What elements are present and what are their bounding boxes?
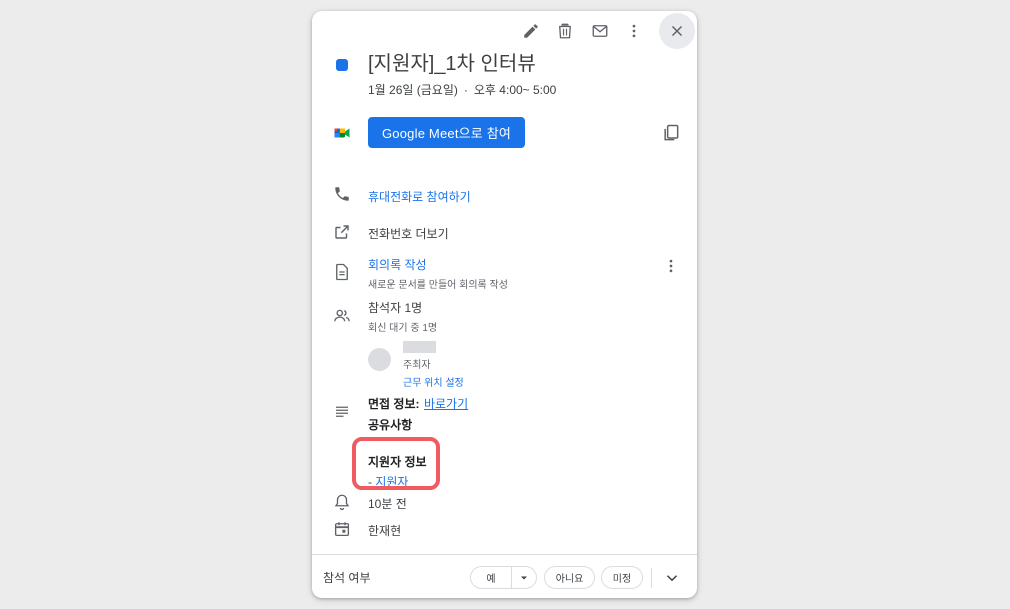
notes-more-button[interactable] [661,256,681,276]
meeting-notes-row: 회의록 작성 새로운 문서를 만들어 회의록 작성 [312,256,697,291]
rsvp-yes-split-button: 예 [470,566,537,589]
delete-button[interactable] [549,15,581,47]
highlight-box [352,437,440,490]
edit-button[interactable] [515,15,547,47]
close-icon [671,25,683,37]
organizer-label: 주최자 [403,360,431,371]
rsvp-label: 참석 여부 [323,571,371,585]
more-vert-icon [632,24,636,38]
phone-row: 휴대전화로 참여하기 [312,177,697,204]
mail-icon [592,25,608,37]
rsvp-footer: 참석 여부 예 아니요 미정 [312,554,697,598]
rsvp-yes-button[interactable]: 예 [471,567,512,588]
close-button[interactable] [659,13,695,49]
email-guests-button[interactable] [584,15,616,47]
calendar-icon [334,522,350,537]
more-vert-icon [669,259,673,273]
event-title: [지원자]_1차 인터뷰 [368,53,536,75]
rsvp-maybe-button[interactable]: 미정 [601,566,643,589]
interview-info-colon: : [415,397,420,411]
expand-button[interactable] [663,569,681,587]
take-notes-link[interactable]: 회의록 작성 [368,256,677,273]
caret-down-icon [521,576,527,579]
interview-info-line: 면접 정보: 바로가기 [368,395,677,413]
google-meet-icon [334,128,350,138]
interview-info-label: 면접 정보 [368,397,416,411]
event-date: 1월 26일 (금요일) [368,83,458,97]
footer-divider [651,568,652,588]
reminder-row: 10분 전 [312,491,697,515]
event-time: 오후 4:00~ 5:00 [473,83,557,97]
datetime-separator: · [463,83,468,97]
more-numbers-row: 전화번호 더보기 [312,221,697,245]
join-by-phone-link[interactable]: 휴대전화로 참여하기 [368,188,677,205]
description-icon [336,406,348,417]
guest-name-redacted [403,341,436,353]
more-options-button[interactable] [618,15,650,47]
guest-list-item[interactable]: 주최자 근무 위치 설정 [312,341,697,390]
people-icon [334,309,350,322]
copy-icon [664,124,679,141]
open-external-icon [335,225,349,239]
bell-icon [334,494,350,511]
event-color-swatch [336,59,348,71]
guests-row: 참석자 1명 회신 대기 중 1명 [312,299,697,334]
take-notes-subtitle: 새로운 문서를 만들어 회의록 작성 [368,280,508,291]
guest-count: 참석자 1명 [368,301,423,315]
document-icon [336,263,348,281]
set-work-location-link[interactable]: 근무 위치 설정 [403,374,464,389]
phone-icon [335,187,349,201]
calendar-owner: 한재현 [368,524,402,538]
rsvp-yes-dropdown[interactable] [512,567,536,588]
more-numbers-link[interactable]: 전화번호 더보기 [368,225,677,242]
event-detail-card: [지원자]_1차 인터뷰 1월 26일 (금요일) · 오후 4:00~ 5:00 … [312,11,697,598]
avatar [368,348,391,371]
shared-notes-label: 공유사항 [368,418,413,432]
pencil-icon [524,24,538,38]
rsvp-no-button[interactable]: 아니요 [544,566,595,589]
interview-link[interactable]: 바로가기 [424,397,468,411]
guest-pending: 회신 대기 중 1명 [368,323,438,334]
reminder-text: 10분 전 [368,497,407,511]
copy-button[interactable] [661,123,681,143]
meet-row: Google Meet으로 참여 [312,117,697,149]
event-toolbar [312,11,697,51]
join-meet-button[interactable]: Google Meet으로 참여 [368,117,526,148]
trash-icon [559,23,571,39]
calendar-row: 한재현 [312,518,697,542]
event-datetime: 1월 26일 (금요일) · 오후 4:00~ 5:00 [368,81,677,98]
chevron-down-icon [666,575,678,582]
